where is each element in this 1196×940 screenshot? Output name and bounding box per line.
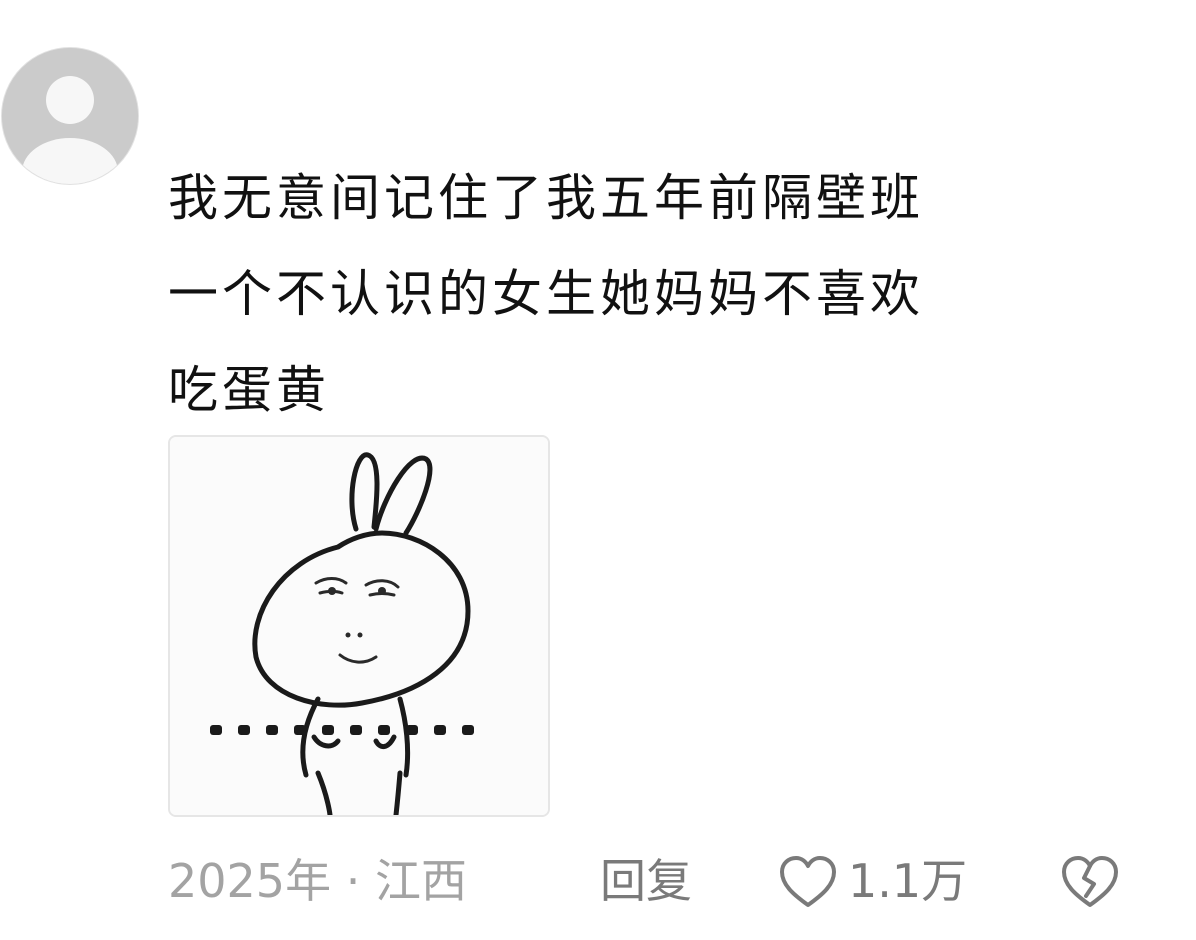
- reply-button[interactable]: 回复: [600, 848, 692, 914]
- reply-label: 回复: [600, 854, 692, 908]
- heart-outline-icon: [780, 856, 836, 907]
- user-avatar[interactable]: [1, 47, 139, 185]
- like-count: 1.1万: [848, 854, 968, 908]
- meta-separator: ·: [345, 854, 361, 908]
- comment-item: 我无意间记住了我五年前隔壁班 一个不认识的女生她妈妈不喜欢 吃蛋黄 2025年 …: [0, 0, 1196, 940]
- comment-location: 江西: [374, 854, 467, 908]
- bunny-meme-sticker: [170, 437, 548, 815]
- comment-meta: 2025年 · 江西: [168, 848, 467, 914]
- comment-line-1: 我无意间记住了我五年前隔壁班: [168, 169, 924, 227]
- sticker-image[interactable]: [168, 435, 550, 817]
- comment-year: 2025年: [168, 854, 332, 908]
- dislike-button[interactable]: [1060, 854, 1120, 910]
- comment-line-2: 一个不认识的女生她妈妈不喜欢: [168, 265, 924, 323]
- default-user-avatar-icon: [2, 48, 138, 184]
- comment-line-3: 吃蛋黄: [168, 361, 330, 419]
- comment-footer: 2025年 · 江西 回复 1.1万: [168, 848, 1158, 914]
- comment-text: 我无意间记住了我五年前隔壁班 一个不认识的女生她妈妈不喜欢 吃蛋黄: [168, 150, 1158, 438]
- broken-heart-icon: [1062, 856, 1118, 907]
